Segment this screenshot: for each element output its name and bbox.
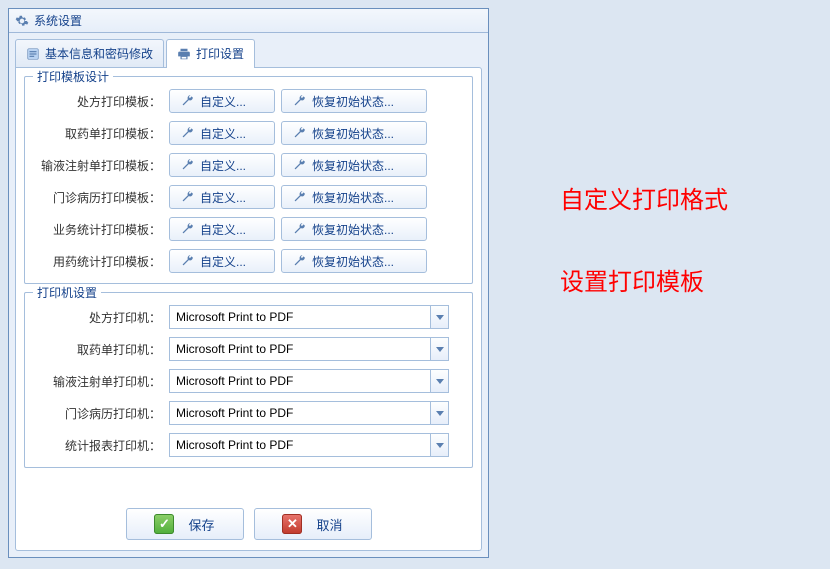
button-label: 自定义... xyxy=(200,125,246,142)
group-legend: 打印机设置 xyxy=(33,284,101,301)
gear-icon xyxy=(15,14,29,28)
template-row: 门诊病历打印模板： 自定义... 恢复初始状态... xyxy=(33,183,464,211)
wrench-icon xyxy=(180,94,194,108)
customize-button[interactable]: 自定义... xyxy=(169,217,275,241)
button-label: 取消 xyxy=(316,515,342,534)
wrench-icon xyxy=(180,158,194,172)
tab-label: 基本信息和密码修改 xyxy=(45,45,153,62)
wrench-icon xyxy=(180,222,194,236)
row-label: 取药单打印模板： xyxy=(33,125,169,142)
button-label: 恢复初始状态... xyxy=(312,221,394,238)
customize-button[interactable]: 自定义... xyxy=(169,89,275,113)
printer-settings-group: 打印机设置 处方打印机： Microsoft Print to PDF 取药单打… xyxy=(24,292,473,468)
chevron-down-icon[interactable] xyxy=(430,434,448,456)
reset-button[interactable]: 恢复初始状态... xyxy=(281,89,427,113)
print-settings-pane: 打印模板设计 处方打印模板： 自定义... 恢复初始状态... 取药单打印模板：… xyxy=(15,67,482,551)
button-label: 自定义... xyxy=(200,189,246,206)
button-label: 保存 xyxy=(188,515,214,534)
button-label: 恢复初始状态... xyxy=(312,189,394,206)
annotation-text: 自定义打印格式 xyxy=(560,180,728,215)
wrench-icon xyxy=(292,158,306,172)
button-label: 自定义... xyxy=(200,221,246,238)
wrench-icon xyxy=(292,190,306,204)
combo-value: Microsoft Print to PDF xyxy=(170,434,430,456)
wrench-icon xyxy=(292,254,306,268)
reset-button[interactable]: 恢复初始状态... xyxy=(281,249,427,273)
template-design-group: 打印模板设计 处方打印模板： 自定义... 恢复初始状态... 取药单打印模板：… xyxy=(24,76,473,284)
tab-basic-info[interactable]: 基本信息和密码修改 xyxy=(15,39,164,67)
settings-window: 系统设置 基本信息和密码修改 打印设置 打印模板设计 处方打印模板： 自定义..… xyxy=(8,8,489,558)
button-label: 自定义... xyxy=(200,93,246,110)
row-label: 门诊病历打印机： xyxy=(33,405,169,422)
combo-value: Microsoft Print to PDF xyxy=(170,370,430,392)
reset-button[interactable]: 恢复初始状态... xyxy=(281,185,427,209)
printer-row: 取药单打印机： Microsoft Print to PDF xyxy=(33,335,464,363)
template-row: 用药统计打印模板： 自定义... 恢复初始状态... xyxy=(33,247,464,275)
customize-button[interactable]: 自定义... xyxy=(169,185,275,209)
printer-row: 处方打印机： Microsoft Print to PDF xyxy=(33,303,464,331)
wrench-icon xyxy=(292,94,306,108)
printer-row: 统计报表打印机： Microsoft Print to PDF xyxy=(33,431,464,459)
customize-button[interactable]: 自定义... xyxy=(169,249,275,273)
customize-button[interactable]: 自定义... xyxy=(169,153,275,177)
wrench-icon xyxy=(180,190,194,204)
printer-combo[interactable]: Microsoft Print to PDF xyxy=(169,305,449,329)
row-label: 输液注射单打印模板： xyxy=(33,157,169,174)
combo-value: Microsoft Print to PDF xyxy=(170,306,430,328)
wrench-icon xyxy=(292,222,306,236)
chevron-down-icon[interactable] xyxy=(430,402,448,424)
row-label: 用药统计打印模板： xyxy=(33,253,169,270)
tab-print-settings[interactable]: 打印设置 xyxy=(166,39,255,67)
row-label: 处方打印机： xyxy=(33,309,169,326)
template-row: 输液注射单打印模板： 自定义... 恢复初始状态... xyxy=(33,151,464,179)
template-row: 取药单打印模板： 自定义... 恢复初始状态... xyxy=(33,119,464,147)
button-label: 恢复初始状态... xyxy=(312,157,394,174)
printer-combo[interactable]: Microsoft Print to PDF xyxy=(169,369,449,393)
window-title: 系统设置 xyxy=(34,12,82,29)
button-label: 恢复初始状态... xyxy=(312,253,394,270)
printer-row: 门诊病历打印机： Microsoft Print to PDF xyxy=(33,399,464,427)
titlebar: 系统设置 xyxy=(9,9,488,33)
row-label: 门诊病历打印模板： xyxy=(33,189,169,206)
footer: ✓ 保存 ✕ 取消 xyxy=(24,502,473,542)
tab-label: 打印设置 xyxy=(196,45,244,62)
row-label: 取药单打印机： xyxy=(33,341,169,358)
button-label: 恢复初始状态... xyxy=(312,93,394,110)
printer-row: 输液注射单打印机： Microsoft Print to PDF xyxy=(33,367,464,395)
wrench-icon xyxy=(180,126,194,140)
template-row: 处方打印模板： 自定义... 恢复初始状态... xyxy=(33,87,464,115)
button-label: 自定义... xyxy=(200,157,246,174)
wrench-icon xyxy=(292,126,306,140)
save-button[interactable]: ✓ 保存 xyxy=(126,508,244,540)
form-icon xyxy=(26,47,40,61)
reset-button[interactable]: 恢复初始状态... xyxy=(281,121,427,145)
reset-button[interactable]: 恢复初始状态... xyxy=(281,153,427,177)
combo-value: Microsoft Print to PDF xyxy=(170,338,430,360)
printer-icon xyxy=(177,47,191,61)
printer-combo[interactable]: Microsoft Print to PDF xyxy=(169,401,449,425)
row-label: 统计报表打印机： xyxy=(33,437,169,454)
annotation-text: 设置打印模板 xyxy=(560,262,704,297)
wrench-icon xyxy=(180,254,194,268)
printer-combo[interactable]: Microsoft Print to PDF xyxy=(169,337,449,361)
group-legend: 打印模板设计 xyxy=(33,68,113,85)
check-icon: ✓ xyxy=(154,514,174,534)
row-label: 输液注射单打印机： xyxy=(33,373,169,390)
customize-button[interactable]: 自定义... xyxy=(169,121,275,145)
button-label: 恢复初始状态... xyxy=(312,125,394,142)
chevron-down-icon[interactable] xyxy=(430,370,448,392)
cancel-button[interactable]: ✕ 取消 xyxy=(254,508,372,540)
combo-value: Microsoft Print to PDF xyxy=(170,402,430,424)
close-icon: ✕ xyxy=(282,514,302,534)
row-label: 处方打印模板： xyxy=(33,93,169,110)
template-row: 业务统计打印模板： 自定义... 恢复初始状态... xyxy=(33,215,464,243)
row-label: 业务统计打印模板： xyxy=(33,221,169,238)
chevron-down-icon[interactable] xyxy=(430,338,448,360)
printer-combo[interactable]: Microsoft Print to PDF xyxy=(169,433,449,457)
tabs-bar: 基本信息和密码修改 打印设置 xyxy=(9,33,488,67)
reset-button[interactable]: 恢复初始状态... xyxy=(281,217,427,241)
chevron-down-icon[interactable] xyxy=(430,306,448,328)
button-label: 自定义... xyxy=(200,253,246,270)
